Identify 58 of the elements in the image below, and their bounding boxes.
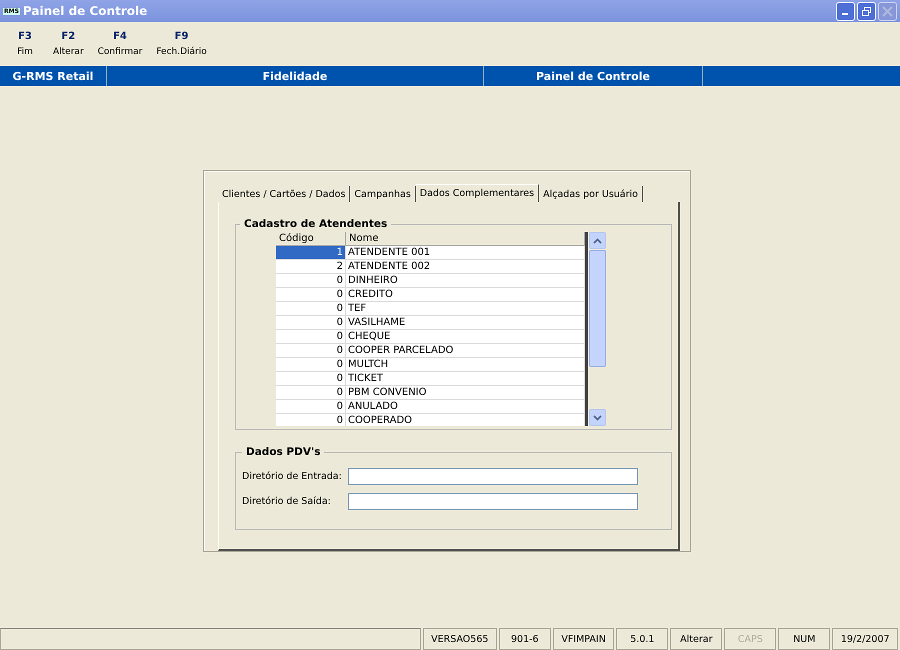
- input-field[interactable]: [348, 493, 638, 510]
- table-cell[interactable]: CHEQUE: [346, 330, 586, 344]
- table-cell[interactable]: ANULADO: [346, 400, 586, 414]
- table-cell[interactable]: 1: [276, 246, 346, 260]
- toolbar-button[interactable]: F3 Fim: [5, 31, 45, 57]
- scrollbar[interactable]: [588, 232, 606, 426]
- table-cell[interactable]: COOPER PARCELADO: [346, 344, 586, 358]
- header-title: Fidelidade: [107, 66, 484, 86]
- restore-icon[interactable]: [861, 6, 872, 16]
- field-label: Diretório de Entrada:: [242, 471, 342, 482]
- scroll-down-icon[interactable]: [589, 409, 606, 426]
- status-panel: VERSAO565: [422, 628, 497, 650]
- status-panel: VFIMPAIN: [552, 628, 614, 650]
- input-field[interactable]: [348, 468, 638, 485]
- status-panel: Alterar: [670, 628, 722, 650]
- table-cell[interactable]: ATENDENTE 002: [346, 260, 586, 274]
- table-cell[interactable]: 2: [276, 260, 346, 274]
- status-panel: 5.0.1: [616, 628, 668, 650]
- tab[interactable]: Dados Complementares: [416, 184, 540, 202]
- status-panel: CAPS: [724, 628, 776, 650]
- column-header[interactable]: Nome: [346, 232, 586, 246]
- table-cell[interactable]: CREDITO: [346, 288, 586, 302]
- header-title: Painel de Controle: [484, 66, 703, 86]
- table-cell[interactable]: 0: [276, 414, 346, 426]
- group-title: Dados PDV's: [245, 446, 322, 458]
- table-cell[interactable]: TEF: [346, 302, 586, 316]
- table-cell[interactable]: 0: [276, 330, 346, 344]
- group-title: Cadastro de Atendentes: [243, 218, 388, 230]
- table-cell[interactable]: 0: [276, 316, 346, 330]
- table-cell[interactable]: 0: [276, 288, 346, 302]
- status-panel: 19/2/2007: [832, 628, 898, 650]
- table-cell[interactable]: TICKET: [346, 372, 586, 386]
- table-cell[interactable]: 0: [276, 358, 346, 372]
- scroll-thumb[interactable]: [589, 250, 606, 367]
- toolbar-button[interactable]: F4 Confirmar: [92, 31, 148, 57]
- restore-button[interactable]: [857, 2, 876, 20]
- table-cell[interactable]: ATENDENTE 001: [346, 246, 586, 260]
- table-cell[interactable]: 0: [276, 386, 346, 400]
- table-cell[interactable]: COOPERADO: [346, 414, 586, 426]
- status-panel: NUM: [778, 628, 830, 650]
- table-cell[interactable]: DINHEIRO: [346, 274, 586, 288]
- header-title: G-RMS Retail: [0, 66, 107, 86]
- window-title: Painel de Controle: [22, 4, 148, 18]
- table-cell[interactable]: 0: [276, 372, 346, 386]
- table-cell[interactable]: MULTCH: [346, 358, 586, 372]
- status-panel: 901-6: [498, 628, 551, 650]
- scroll-up-icon[interactable]: [589, 232, 606, 249]
- field-label: Diretório de Saída:: [242, 496, 332, 507]
- table-cell[interactable]: 0: [276, 274, 346, 288]
- toolbar-button[interactable]: F2 Alterar: [47, 31, 90, 57]
- table-cell[interactable]: VASILHAME: [346, 316, 586, 330]
- table-cell[interactable]: 0: [276, 302, 346, 316]
- column-header[interactable]: Código: [276, 232, 346, 246]
- minimize-button[interactable]: [836, 2, 855, 20]
- table-cell[interactable]: 0: [276, 400, 346, 414]
- table-cell[interactable]: 0: [276, 344, 346, 358]
- toolbar-button[interactable]: F9 Fech.Diário: [150, 31, 213, 57]
- table-cell[interactable]: PBM CONVENIO: [346, 386, 586, 400]
